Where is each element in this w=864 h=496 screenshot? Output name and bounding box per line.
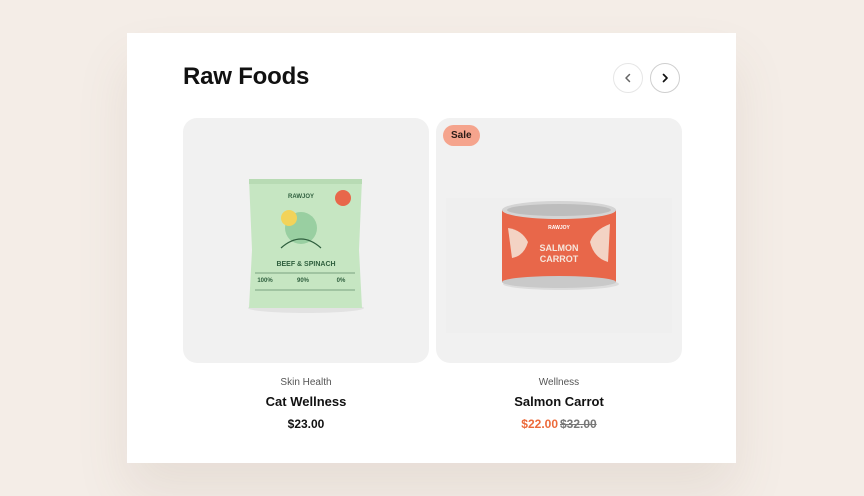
can-label-line1: SALMON [540, 243, 579, 253]
food-pouch-image: RAWJOY BEEF & SPINACH 100% 90% 0% [248, 179, 364, 313]
product-image[interactable]: RAWJOY SALMON CARROT Sale [436, 118, 682, 363]
pouch-label: BEEF & SPINACH [276, 261, 335, 268]
pouch-stat: 90% [297, 278, 310, 284]
product-card[interactable]: RAWJOY BEEF & SPINACH 100% 90% 0% Skin H… [183, 118, 429, 431]
product-card[interactable]: RAWJOY SALMON CARROT Sale Wellness Salmo… [436, 118, 682, 431]
raw-foods-section: Raw Foods RAWJOY BEEF & SPINACH 100% 90%… [127, 33, 736, 463]
product-old-price: $32.00 [560, 417, 597, 431]
product-category: Wellness [538, 377, 580, 388]
sale-badge: Sale [443, 125, 480, 146]
pouch-stat: 100% [257, 278, 273, 284]
can-label-line2: CARROT [540, 254, 579, 264]
product-category: Skin Health [280, 377, 332, 388]
section-title: Raw Foods [183, 63, 310, 90]
chevron-right-icon [662, 73, 668, 83]
food-can-image: RAWJOY SALMON CARROT [446, 198, 672, 333]
pouch-brand: RAWJOY [288, 194, 314, 200]
product-name[interactable]: Cat Wellness [183, 394, 429, 409]
product-sale-price: $22.00 [521, 417, 558, 431]
pouch-stat: 0% [337, 278, 346, 284]
chevron-left-icon [625, 73, 631, 83]
prev-button[interactable] [613, 63, 643, 93]
product-image[interactable]: RAWJOY BEEF & SPINACH 100% 90% 0% [183, 118, 429, 363]
can-brand: RAWJOY [548, 225, 570, 231]
product-price: $23.00 [287, 417, 325, 431]
next-button[interactable] [650, 63, 680, 93]
product-name[interactable]: Salmon Carrot [436, 394, 682, 409]
